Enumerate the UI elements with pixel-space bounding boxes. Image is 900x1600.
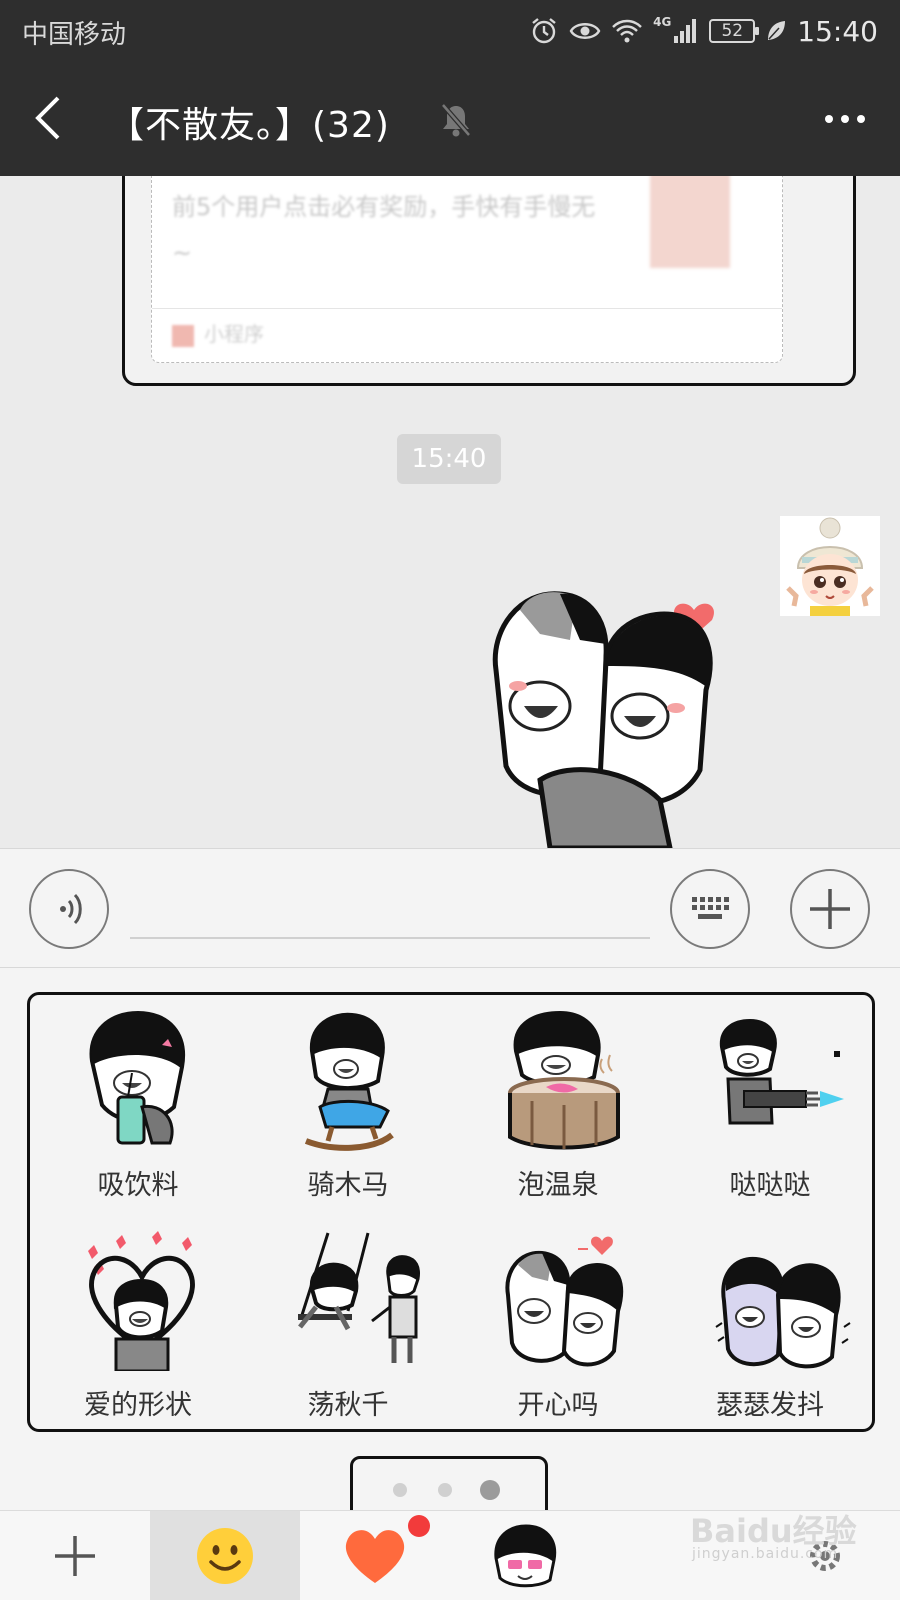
rocking-horse-sticker-icon bbox=[304, 1012, 394, 1151]
card-source-label: 小程序 bbox=[204, 322, 264, 346]
mini-program-icon bbox=[172, 324, 194, 347]
eye-icon bbox=[569, 23, 601, 39]
shared-card-body: 前5个用户点击必有奖励，手快有手慢无~ 小程序 bbox=[151, 176, 783, 363]
tab-mushroom-stickers[interactable] bbox=[450, 1511, 600, 1600]
swing-sticker-icon bbox=[298, 1232, 420, 1363]
input-bar bbox=[0, 848, 900, 968]
status-bar: 中国移动 4G 52 15:40 bbox=[0, 0, 900, 64]
wifi-icon bbox=[612, 19, 642, 43]
shivering-sticker-icon bbox=[715, 1256, 851, 1369]
mushroom-head-sticker-icon bbox=[494, 1524, 557, 1588]
sticker-label: 爱的形状 bbox=[84, 1390, 192, 1421]
sticker-item[interactable]: 开心吗 bbox=[452, 1217, 664, 1429]
hot-spring-sticker-icon bbox=[508, 1011, 620, 1150]
sticker-message[interactable] bbox=[480, 570, 770, 848]
page-dot-1[interactable] bbox=[393, 1483, 407, 1497]
card-divider bbox=[152, 308, 782, 309]
chat-area[interactable]: 前5个用户点击必有奖励，手快有手慢无~ 小程序 15:40 bbox=[0, 176, 900, 848]
sticker-item[interactable]: 泡温泉 bbox=[452, 997, 664, 1209]
status-icons: 4G 52 15:40 bbox=[529, 12, 878, 50]
sticker-label: 瑟瑟发抖 bbox=[716, 1390, 824, 1421]
carrier-name: 中国移动 bbox=[22, 20, 127, 50]
happy-hug-sticker-icon bbox=[505, 1236, 624, 1367]
more-dots-icon bbox=[825, 115, 833, 123]
sticker-label: 骑木马 bbox=[307, 1170, 389, 1201]
page-dot-2[interactable] bbox=[438, 1483, 452, 1497]
tab-add-stickers[interactable] bbox=[0, 1511, 150, 1600]
mute-bell-icon bbox=[441, 103, 471, 137]
card-text: 前5个用户点击必有奖励，手快有手慢无~ bbox=[172, 193, 596, 267]
sticker-label: 泡温泉 bbox=[517, 1170, 599, 1201]
alarm-icon bbox=[532, 18, 556, 44]
back-button[interactable] bbox=[28, 94, 72, 142]
battery-icon: 52 bbox=[709, 19, 760, 43]
chat-title: 【不散友。】(32) bbox=[108, 105, 390, 146]
voice-icon bbox=[60, 893, 82, 925]
love-shape-sticker-icon bbox=[88, 1231, 195, 1371]
girl-avatar-icon bbox=[780, 516, 880, 616]
heart-icon bbox=[345, 1530, 405, 1583]
network-type: 4G bbox=[653, 15, 672, 29]
plus-icon bbox=[810, 889, 850, 929]
keyboard-button[interactable] bbox=[670, 869, 750, 949]
sticker-panel: 吸饮料 骑木马 泡温泉 哒哒哒 爱的形状 荡秋千 开心吗 瑟瑟发抖 bbox=[0, 968, 900, 1522]
avatar[interactable] bbox=[780, 516, 880, 616]
notification-badge bbox=[408, 1515, 430, 1537]
keyboard-icon bbox=[692, 897, 729, 919]
message-timestamp: 15:40 bbox=[397, 434, 501, 484]
hug-sticker-icon bbox=[492, 591, 715, 848]
add-icon bbox=[55, 1536, 95, 1576]
sticker-label: 荡秋千 bbox=[307, 1390, 389, 1421]
sticker-item[interactable]: 吸饮料 bbox=[32, 997, 244, 1209]
sticker-label: 吸饮料 bbox=[97, 1170, 179, 1201]
sticker-item[interactable]: 哒哒哒 bbox=[664, 997, 876, 1209]
sticker-item[interactable]: 荡秋千 bbox=[242, 1217, 454, 1429]
page-dot-3-active[interactable] bbox=[480, 1480, 500, 1500]
sticker-grid: 吸饮料 骑木马 泡温泉 哒哒哒 爱的形状 荡秋千 开心吗 瑟瑟发抖 bbox=[27, 992, 875, 1432]
sticker-item[interactable]: 瑟瑟发抖 bbox=[664, 1217, 876, 1429]
chat-header: 【不散友。】(32) bbox=[0, 64, 900, 176]
machine-gun-sticker-icon bbox=[719, 1018, 844, 1125]
voice-button[interactable] bbox=[29, 869, 109, 949]
sticker-label: 哒哒哒 bbox=[729, 1170, 811, 1201]
sticker-item[interactable]: 爱的形状 bbox=[32, 1217, 244, 1429]
more-functions-button[interactable] bbox=[790, 869, 870, 949]
signal-icon bbox=[674, 19, 697, 43]
card-thumbnail bbox=[650, 176, 730, 268]
smiley-emoji-icon bbox=[197, 1528, 253, 1584]
sticker-item[interactable]: 骑木马 bbox=[242, 997, 454, 1209]
back-arrow-icon bbox=[35, 96, 60, 140]
message-input[interactable] bbox=[130, 879, 650, 939]
more-options-button[interactable] bbox=[820, 104, 870, 134]
tab-favorites[interactable] bbox=[300, 1511, 450, 1600]
shared-card-message[interactable]: 前5个用户点击必有奖励，手快有手慢无~ 小程序 bbox=[122, 176, 856, 386]
baidu-watermark-url: jingyan.baidu.com bbox=[692, 1546, 839, 1562]
card-source: 小程序 bbox=[172, 318, 264, 347]
drinking-sticker-icon bbox=[89, 1011, 186, 1145]
status-time: 15:40 bbox=[797, 14, 878, 48]
leaf-icon bbox=[768, 21, 786, 40]
sticker-label: 开心吗 bbox=[517, 1390, 599, 1421]
tab-emoji[interactable] bbox=[150, 1511, 300, 1600]
